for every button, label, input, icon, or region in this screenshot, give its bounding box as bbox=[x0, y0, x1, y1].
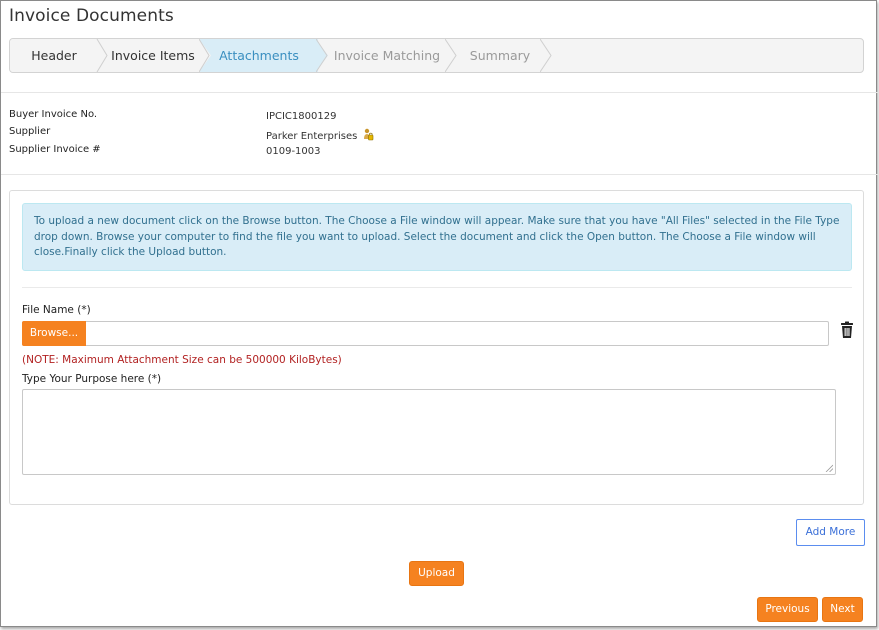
file-name-label: File Name (*) bbox=[22, 304, 91, 316]
step-header[interactable]: Header bbox=[10, 39, 98, 72]
upload-instructions-alert: To upload a new document click on the Br… bbox=[22, 203, 852, 271]
purpose-textarea[interactable] bbox=[22, 389, 836, 475]
supplier-invoice-value: 0109-1003 bbox=[266, 146, 321, 157]
upload-button[interactable]: Upload bbox=[409, 561, 464, 586]
step-invoice-matching[interactable]: Invoice Matching bbox=[327, 39, 447, 72]
supplier-label: Supplier bbox=[9, 126, 51, 137]
step-invoice-items-label: Invoice Items bbox=[111, 48, 195, 63]
wizard-steps: Header Invoice Items Attachments Invoice… bbox=[9, 38, 864, 73]
attachment-size-note: (NOTE: Maximum Attachment Size can be 50… bbox=[22, 354, 342, 366]
supplier-invoice-label: Supplier Invoice # bbox=[9, 144, 101, 155]
attachment-upload-panel: To upload a new document click on the Br… bbox=[9, 190, 864, 505]
step-attachments-label: Attachments bbox=[219, 48, 299, 63]
trash-icon[interactable] bbox=[839, 321, 855, 339]
file-name-field[interactable]: Browse... bbox=[22, 321, 829, 346]
step-summary-label: Summary bbox=[469, 48, 531, 63]
step-invoice-matching-label: Invoice Matching bbox=[333, 48, 441, 63]
step-summary[interactable]: Summary bbox=[457, 39, 543, 72]
previous-button[interactable]: Previous bbox=[757, 597, 818, 622]
step-separator bbox=[199, 39, 211, 72]
page-title: Invoice Documents bbox=[9, 6, 174, 26]
step-header-label: Header bbox=[31, 48, 77, 63]
supplier-value-row: Parker Enterprises bbox=[266, 128, 374, 142]
step-separator bbox=[96, 39, 108, 72]
browse-button[interactable]: Browse... bbox=[22, 321, 86, 346]
supplier-value: Parker Enterprises bbox=[266, 131, 358, 142]
step-invoice-items[interactable]: Invoice Items bbox=[98, 39, 208, 72]
add-more-button[interactable]: Add More bbox=[796, 519, 865, 546]
step-separator bbox=[445, 39, 457, 72]
step-attachments[interactable]: Attachments bbox=[200, 39, 318, 72]
step-separator bbox=[540, 39, 552, 72]
next-button[interactable]: Next bbox=[822, 597, 863, 622]
section-divider bbox=[1, 174, 878, 175]
buyer-invoice-label: Buyer Invoice No. bbox=[9, 109, 98, 120]
step-separator bbox=[316, 39, 328, 72]
buyer-invoice-value: IPCIC1800129 bbox=[266, 111, 337, 122]
resize-grip-icon[interactable] bbox=[825, 464, 833, 472]
panel-divider bbox=[22, 287, 852, 288]
invoice-documents-window: Invoice Documents Header Invoice Items A… bbox=[0, 0, 878, 627]
person-lock-icon[interactable] bbox=[363, 128, 374, 141]
section-divider bbox=[1, 92, 878, 93]
purpose-label: Type Your Purpose here (*) bbox=[22, 373, 162, 385]
